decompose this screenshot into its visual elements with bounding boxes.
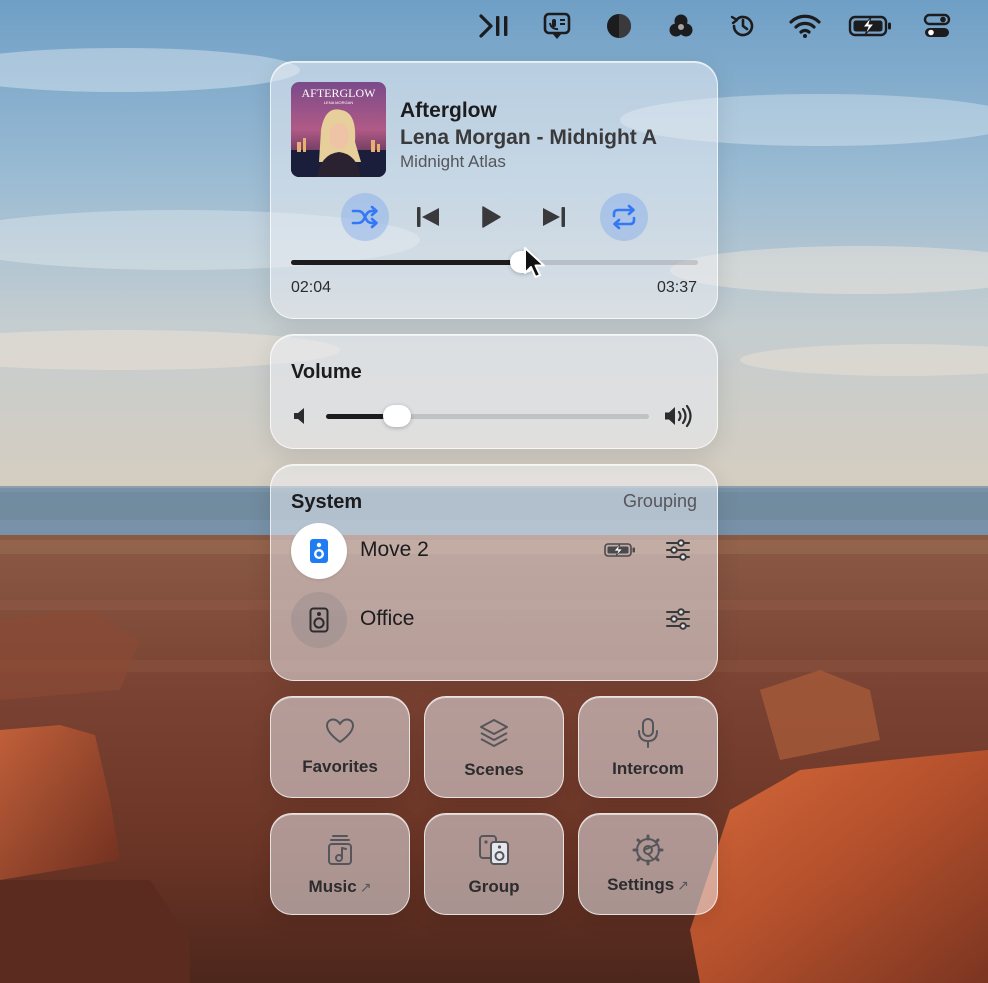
color-circles-icon[interactable] — [662, 7, 700, 45]
grouping-button[interactable]: Grouping — [623, 491, 697, 512]
music-tile[interactable]: Music ↗ — [270, 813, 410, 915]
previous-track-button[interactable] — [404, 193, 452, 241]
shuffle-icon — [351, 205, 378, 229]
speaker-icon — [309, 607, 329, 633]
next-track-button[interactable] — [530, 193, 578, 241]
battery-charging-icon — [604, 543, 635, 557]
intercom-label: Intercom — [612, 759, 684, 778]
device-row-office[interactable]: Office — [291, 592, 699, 648]
transcript-icon[interactable] — [538, 7, 576, 45]
playback-controls — [341, 192, 649, 242]
album-art-artist: LENA MORGAN — [324, 100, 353, 105]
scenes-tile[interactable]: Scenes — [424, 696, 564, 798]
speaker-icon — [310, 539, 328, 563]
device-avatar[interactable] — [291, 523, 347, 579]
album-art-title: AFTERGLOW — [302, 86, 377, 100]
gear-icon — [632, 834, 664, 866]
heart-icon — [326, 718, 354, 743]
music-library-icon — [328, 835, 352, 865]
control-center-icon[interactable] — [918, 7, 956, 45]
intercom-tile[interactable]: Intercom — [578, 696, 718, 798]
layers-icon — [480, 719, 508, 747]
device-row-move-2[interactable]: Move 2 — [291, 523, 699, 579]
play-icon — [482, 206, 501, 228]
elapsed-time: 02:04 — [291, 279, 332, 296]
device-name: Office — [360, 607, 415, 630]
system-card: System Grouping Move 2 Office — [270, 464, 718, 681]
device-name: Move 2 — [360, 538, 429, 561]
volume-slider[interactable] — [326, 405, 649, 427]
group-tile[interactable]: Group — [424, 813, 564, 915]
play-button[interactable] — [467, 193, 515, 241]
previous-icon — [417, 207, 439, 227]
music-label-text: Music — [308, 877, 357, 896]
favorites-label: Favorites — [302, 757, 378, 776]
group-label: Group — [468, 877, 520, 896]
battery-charging-icon[interactable] — [848, 7, 894, 45]
speaker-high-icon[interactable] — [663, 404, 695, 428]
volume-thumb[interactable] — [383, 405, 412, 427]
speaker-group-icon — [479, 835, 509, 865]
device-avatar[interactable] — [291, 592, 347, 648]
album-art[interactable]: AFTERGLOW LENA MORGAN — [291, 82, 386, 177]
track-title: Afterglow — [400, 99, 497, 122]
repeat-icon — [612, 204, 636, 230]
play-pause-icon[interactable] — [476, 7, 514, 45]
track-artist: Lena Morgan - Midnight A — [400, 126, 658, 149]
external-link-icon: ↗ — [359, 879, 372, 895]
external-link-icon: ↗ — [677, 877, 689, 893]
scenes-label: Scenes — [464, 760, 524, 779]
track-album: Midnight Atlas — [400, 152, 506, 171]
microphone-icon — [638, 718, 658, 748]
volume-card: Volume — [270, 334, 718, 449]
volume-heading: Volume — [291, 361, 362, 383]
equalizer-settings-icon[interactable] — [665, 608, 691, 630]
settings-label: Settings ↗ — [579, 875, 717, 895]
progress-slider[interactable] — [291, 251, 698, 273]
equalizer-settings-icon[interactable] — [665, 539, 691, 561]
repeat-button[interactable] — [600, 193, 648, 241]
time-machine-icon[interactable] — [724, 7, 762, 45]
favorites-tile[interactable]: Favorites — [270, 696, 410, 798]
mouse-cursor-icon — [524, 247, 545, 278]
progress-fill — [291, 260, 523, 265]
shuffle-button[interactable] — [341, 193, 389, 241]
now-playing-card: AFTERGLOW LENA MORGAN Afterglow Lena Mor… — [270, 61, 718, 319]
wifi-icon[interactable] — [786, 7, 824, 45]
settings-tile[interactable]: Settings ↗ — [578, 813, 718, 915]
system-heading: System — [291, 491, 363, 513]
menu-bar — [452, 0, 988, 52]
total-time: 03:37 — [656, 279, 697, 296]
music-label: Music ↗ — [271, 877, 409, 897]
dark-circle-icon[interactable] — [600, 7, 638, 45]
speaker-low-icon[interactable] — [292, 406, 310, 426]
next-icon — [543, 207, 565, 227]
settings-label-text: Settings — [607, 875, 675, 894]
